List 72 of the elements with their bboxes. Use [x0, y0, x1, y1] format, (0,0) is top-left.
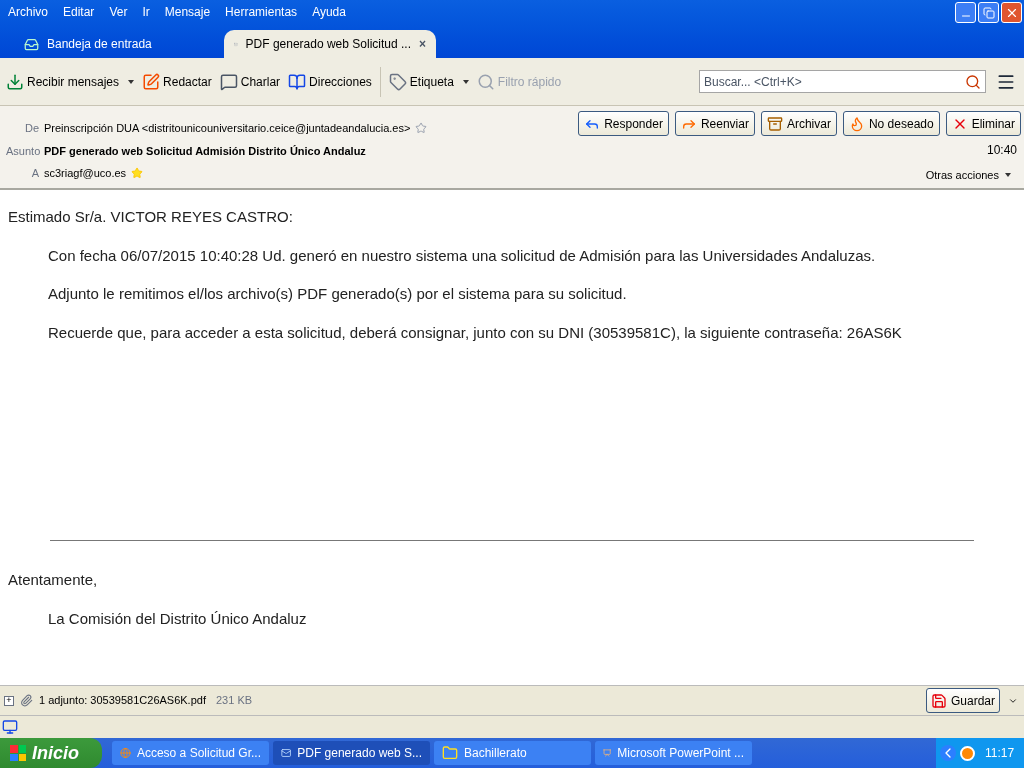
paperclip-icon: [20, 694, 33, 707]
menu-item[interactable]: Ayuda: [312, 3, 346, 21]
inbox-icon: [24, 36, 39, 52]
action-button[interactable]: Reenviar: [674, 111, 755, 136]
menu-item[interactable]: Ver: [109, 3, 128, 21]
message-time: 10:40: [986, 142, 1017, 159]
recipient[interactable]: sc3riagf@uco.es: [44, 165, 127, 182]
close-button[interactable]: [1001, 2, 1022, 23]
action-button[interactable]: No deseado: [842, 111, 940, 136]
taskbar-button[interactable]: Acceso a Solicitud Gr...: [112, 741, 269, 765]
action-button[interactable]: Eliminar: [945, 111, 1021, 136]
download-icon: [6, 72, 24, 91]
search-icon: [965, 73, 981, 90]
menu-item[interactable]: Ir: [142, 3, 150, 21]
menu-item[interactable]: Archivo: [8, 3, 48, 21]
folder-icon: [442, 745, 458, 761]
minimize-button[interactable]: [955, 2, 976, 23]
sender[interactable]: Preinscripción DUA <distritounicouniversitario.ceice@juntadeandalucia.es>: [44, 120, 411, 137]
network-icon: [2, 719, 18, 735]
toolbar-button[interactable]: Charlar: [219, 72, 281, 91]
clock: 11:17: [985, 745, 1015, 762]
restore-icon: [982, 6, 995, 19]
more-actions-button[interactable]: Otras acciones: [925, 167, 1011, 184]
taskbar-button[interactable]: PDF generado web S...: [273, 741, 430, 765]
tag-icon: [388, 72, 407, 91]
toolbar-button[interactable]: Recibir mensajes: [6, 72, 135, 91]
start-button[interactable]: Inicio: [0, 738, 102, 768]
windows-logo-icon: [10, 745, 26, 761]
search-input[interactable]: Buscar... <Ctrl+K>: [704, 72, 965, 91]
search-icon: [476, 72, 495, 91]
tab[interactable]: Bandeja de entrada: [18, 30, 218, 58]
expand-toggle[interactable]: +: [4, 695, 14, 706]
tray-app-icon[interactable]: [960, 745, 975, 761]
tab[interactable]: PDF generado web Solicitud ... ×: [224, 30, 436, 58]
header-label: De: [23, 121, 39, 136]
star-icon[interactable]: [131, 167, 144, 180]
menu-item[interactable]: Mensaje: [164, 3, 211, 21]
speech-bubble-icon: [219, 72, 238, 91]
menu-item[interactable]: Editar: [63, 3, 95, 21]
closing: Atentamente,: [8, 570, 99, 590]
menu-item[interactable]: Herramientas: [225, 3, 298, 21]
book-icon: [288, 72, 307, 91]
paragraph: Adjunto le remitimos el/los archivo(s) PDF generado(s) por el sistema para su solicitud.: [48, 284, 628, 304]
attachment-size: 231 KB: [216, 693, 253, 709]
pencil-icon: [142, 72, 161, 91]
signature: La Comisión del Distrito Único Andaluz: [47, 608, 308, 629]
search-field[interactable]: Buscar... <Ctrl+K>: [699, 70, 986, 93]
globe-icon: [120, 745, 131, 761]
save-button[interactable]: Guardar: [925, 688, 1000, 713]
header-label: A: [30, 166, 39, 181]
taskbar-button[interactable]: Bachillerato: [434, 741, 591, 765]
caret-icon: [1005, 173, 1011, 178]
paragraph: Con fecha 06/07/2015 10:40:28 Ud. generó en nuestro sistema una solicitud de Admisión para las Universidades Andaluzas.: [48, 245, 877, 266]
taskbar-button[interactable]: Microsoft PowerPoint ...: [595, 741, 752, 765]
star-icon[interactable]: [415, 122, 428, 135]
action-button[interactable]: Responder: [578, 111, 669, 136]
toolbar-button[interactable]: Redactar: [142, 72, 212, 91]
restore-button[interactable]: [978, 2, 999, 23]
tab-close-button[interactable]: ×: [419, 35, 426, 53]
floppy-icon: [930, 692, 947, 709]
chevron-icon[interactable]: [940, 745, 956, 761]
toolbar-button[interactable]: Direcciones: [288, 72, 372, 91]
archive-icon: [766, 115, 783, 132]
subject: PDF generado web Solicitud Admisión Distrito Único Andaluz: [44, 143, 366, 159]
header-label: Asunto: [6, 143, 39, 159]
paragraph: Recuerde que, para acceder a esta solicitud, deberá consignar, junto con su DNI (30539581C), la siguiente contraseña: 26AS6K: [48, 322, 903, 343]
toolbar-button[interactable]: Etiqueta: [388, 72, 469, 91]
action-button[interactable]: Archivar: [760, 111, 837, 136]
greeting: Estimado Sr/a. VICTOR REYES CASTRO:: [8, 207, 294, 227]
tab-label: Bandeja de entrada: [47, 36, 152, 53]
attachment-name[interactable]: 1 adjunto: 30539581C26AS6K.pdf: [39, 692, 206, 709]
tab-label: PDF generado web Solicitud ...: [245, 36, 411, 53]
